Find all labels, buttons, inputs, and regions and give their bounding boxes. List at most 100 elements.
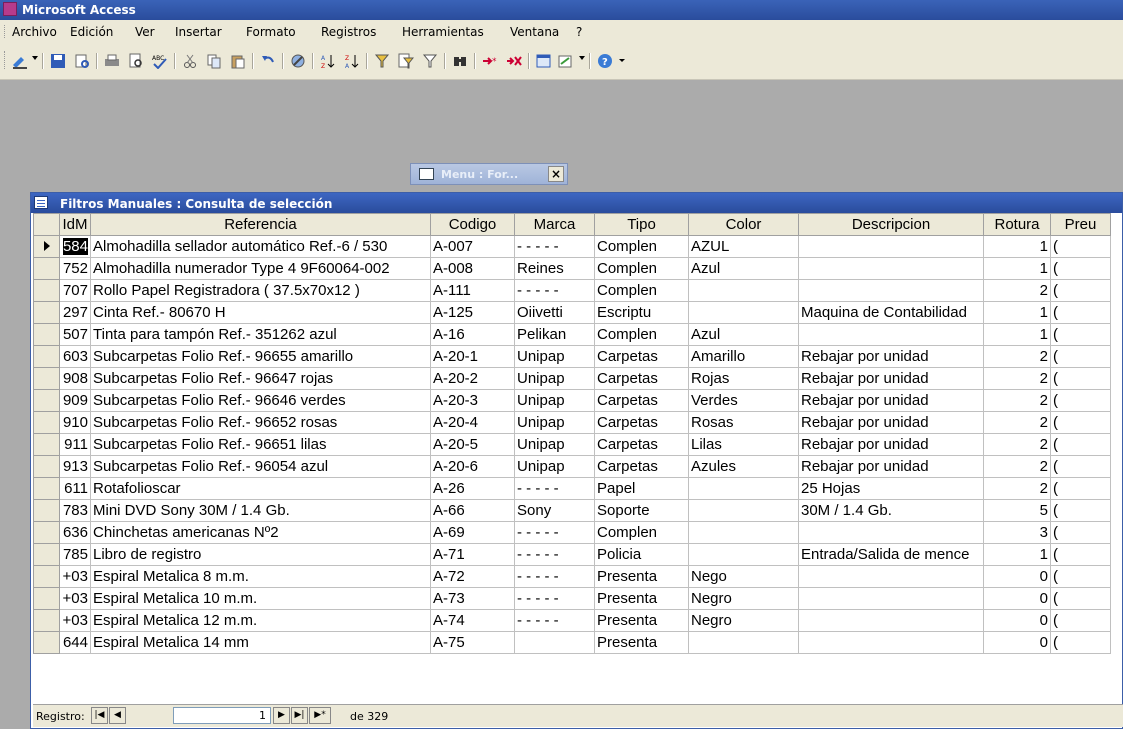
cell-rotura[interactable]: 0 xyxy=(983,565,1051,588)
hyperlink-icon[interactable] xyxy=(288,51,308,71)
cell-rotura[interactable]: 1 xyxy=(983,323,1051,346)
cell-color[interactable]: Azules xyxy=(688,455,799,478)
chevron-down-icon[interactable] xyxy=(579,56,585,60)
next-record-button[interactable]: ▶ xyxy=(273,707,290,724)
filter-by-form-icon[interactable] xyxy=(396,51,416,71)
cell-color[interactable] xyxy=(688,521,799,544)
cell-tipo[interactable]: Presenta xyxy=(594,587,689,610)
undo-icon[interactable] xyxy=(258,51,278,71)
cell-idm[interactable]: +03 xyxy=(59,587,91,610)
menu-archivo[interactable]: Archivo xyxy=(12,25,57,39)
cell-referencia[interactable]: Espiral Metalica 12 m.m. xyxy=(90,609,431,632)
cell-tipo[interactable]: Escriptu xyxy=(594,301,689,324)
query-window-title-bar[interactable]: Filtros Manuales : Consulta de selección xyxy=(31,193,1122,213)
column-header-marca[interactable]: Marca xyxy=(514,213,595,236)
menu-insertar[interactable]: Insertar xyxy=(175,25,222,39)
cell-codigo[interactable]: A-16 xyxy=(430,323,515,346)
table-row[interactable]: +03 Espiral Metalica 8 m.m. A-72- - - - -P… xyxy=(33,565,1111,588)
cell-referencia[interactable]: Subcarpetas Folio Ref.- 96054 azul xyxy=(90,455,431,478)
row-selector[interactable] xyxy=(33,499,60,522)
cell-rotura[interactable]: 3 xyxy=(983,521,1051,544)
table-row[interactable]: 783 Mini DVD Sony 30M / 1.4 Gb. A-66 Sony So… xyxy=(33,499,1111,522)
spelling-icon[interactable]: ABC xyxy=(150,51,170,71)
cell-idm[interactable]: 584 xyxy=(59,235,91,258)
menubar-grip-icon[interactable] xyxy=(4,25,7,38)
cell-rotura[interactable]: 5 xyxy=(983,499,1051,522)
cell-rotura[interactable]: 1 xyxy=(983,235,1051,258)
cell-tipo[interactable]: Soporte xyxy=(594,499,689,522)
column-header-codigo[interactable]: Codigo xyxy=(430,213,515,236)
cell-idm[interactable]: 909 xyxy=(59,389,91,412)
sort-asc-icon[interactable]: AZ xyxy=(318,51,338,71)
cell-color[interactable]: Rosas xyxy=(688,411,799,434)
cell-preu[interactable]: ( xyxy=(1050,587,1111,610)
row-selector[interactable] xyxy=(33,433,60,456)
cell-color[interactable] xyxy=(688,279,799,302)
cell-referencia[interactable]: Rollo Papel Registradora ( 37.5x70x12 ) xyxy=(90,279,431,302)
cell-tipo[interactable]: Carpetas xyxy=(594,455,689,478)
column-header-tipo[interactable]: Tipo xyxy=(594,213,689,236)
table-row[interactable]: 910 Subcarpetas Folio Ref.- 96652 rosas A-… xyxy=(33,411,1111,434)
row-selector[interactable] xyxy=(33,587,60,610)
menu-ventana[interactable]: Ventana xyxy=(510,25,559,39)
menu-herramientas[interactable]: Herramientas xyxy=(402,25,484,39)
cell-codigo[interactable]: A-20-3 xyxy=(430,389,515,412)
menu-formato[interactable]: Formato xyxy=(246,25,296,39)
row-selector[interactable] xyxy=(33,631,60,654)
datasheet-grid[interactable]: IdM Referencia Codigo Marca Tipo Color Descrip… xyxy=(33,213,1123,704)
cell-referencia[interactable]: Subcarpetas Folio Ref.- 96651 lilas xyxy=(90,433,431,456)
cell-referencia[interactable]: Rotafolioscar xyxy=(90,477,431,500)
cell-tipo[interactable]: Policia xyxy=(594,543,689,566)
cell-referencia[interactable]: Espiral Metalica 8 m.m. xyxy=(90,565,431,588)
cell-codigo[interactable]: A-111 xyxy=(430,279,515,302)
cell-descripcion[interactable] xyxy=(798,565,984,588)
table-row[interactable]: 908 Subcarpetas Folio Ref.- 96647 rojas A-… xyxy=(33,367,1111,390)
print-preview-icon[interactable] xyxy=(126,51,146,71)
table-row[interactable]: 909 Subcarpetas Folio Ref.- 96646 verdes A… xyxy=(33,389,1111,412)
cell-preu[interactable]: ( xyxy=(1050,455,1111,478)
cell-marca[interactable]: - - - - - xyxy=(514,235,595,258)
table-row[interactable]: 636 Chinchetas americanas Nº2 A-69- - - - … xyxy=(33,521,1111,544)
cell-idm[interactable]: +03 xyxy=(59,565,91,588)
cell-referencia[interactable]: Espiral Metalica 10 m.m. xyxy=(90,587,431,610)
cell-idm[interactable]: 603 xyxy=(59,345,91,368)
cell-tipo[interactable]: Carpetas xyxy=(594,389,689,412)
cell-codigo[interactable]: A-74 xyxy=(430,609,515,632)
table-row[interactable]: 297 Cinta Ref.- 80670 H A-125 Oiivetti Escri… xyxy=(33,301,1111,324)
row-selector[interactable] xyxy=(33,411,60,434)
search-db-icon[interactable] xyxy=(72,51,92,71)
cell-descripcion[interactable] xyxy=(798,587,984,610)
new-record-nav-button[interactable]: ▶* xyxy=(309,707,331,724)
cell-marca[interactable]: Unipap xyxy=(514,433,595,456)
cell-idm[interactable]: 507 xyxy=(59,323,91,346)
cell-marca[interactable]: Unipap xyxy=(514,345,595,368)
cell-referencia[interactable]: Almohadilla sellador automático Ref.-6 /… xyxy=(90,235,431,258)
cell-preu[interactable]: ( xyxy=(1050,499,1111,522)
cell-preu[interactable]: ( xyxy=(1050,433,1111,456)
row-selector[interactable] xyxy=(33,257,60,280)
cell-preu[interactable]: ( xyxy=(1050,279,1111,302)
cell-color[interactable] xyxy=(688,543,799,566)
cell-codigo[interactable]: A-20-5 xyxy=(430,433,515,456)
cell-preu[interactable]: ( xyxy=(1050,565,1111,588)
chevron-down-icon[interactable] xyxy=(32,56,38,60)
cell-color[interactable] xyxy=(688,631,799,654)
cell-marca[interactable]: Unipap xyxy=(514,455,595,478)
cell-codigo[interactable]: A-69 xyxy=(430,521,515,544)
close-button[interactable]: × xyxy=(548,166,564,182)
table-row[interactable]: 611 Rotafolioscar A-26- - - - - Papel 25 Hoj… xyxy=(33,477,1111,500)
cell-color[interactable]: AZUL xyxy=(688,235,799,258)
copy-icon[interactable] xyxy=(204,51,224,71)
cell-idm[interactable]: 636 xyxy=(59,521,91,544)
cell-rotura[interactable]: 2 xyxy=(983,433,1051,456)
cell-descripcion[interactable] xyxy=(798,609,984,632)
row-selector[interactable] xyxy=(33,367,60,390)
table-row[interactable]: 913 Subcarpetas Folio Ref.- 96054 azul A-2… xyxy=(33,455,1111,478)
cell-marca[interactable]: - - - - - xyxy=(514,565,595,588)
cell-rotura[interactable]: 2 xyxy=(983,345,1051,368)
table-row[interactable]: 603 Subcarpetas Folio Ref.- 96655 amarill… xyxy=(33,345,1111,368)
cell-referencia[interactable]: Almohadilla numerador Type 4 9F60064-002 xyxy=(90,257,431,280)
cell-rotura[interactable]: 2 xyxy=(983,455,1051,478)
menu-form-window[interactable]: Menu : For... × xyxy=(410,163,568,185)
cell-marca[interactable]: Unipap xyxy=(514,367,595,390)
